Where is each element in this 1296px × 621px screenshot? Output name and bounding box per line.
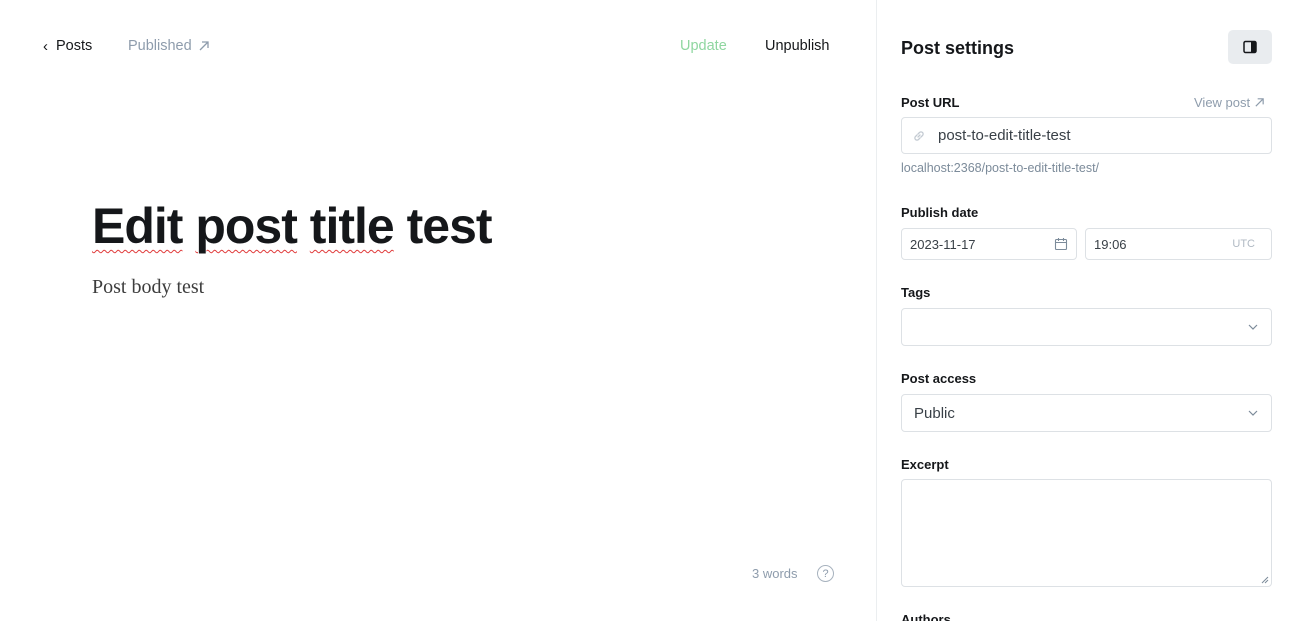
resize-handle-icon[interactable]: [1261, 576, 1269, 584]
timezone-label: UTC: [1232, 238, 1255, 250]
view-post-label: View post: [1194, 95, 1251, 110]
back-label: Posts: [56, 38, 93, 54]
publish-time-input[interactable]: 19:06 UTC: [1085, 228, 1272, 260]
authors-label: Authors: [901, 612, 951, 621]
publish-date-value: 2023-11-17: [910, 236, 976, 252]
title-word: post: [195, 198, 298, 254]
post-url-label: Post URL: [901, 95, 960, 110]
excerpt-textarea[interactable]: [901, 479, 1272, 587]
unpublish-button[interactable]: Unpublish: [765, 38, 830, 54]
chevron-down-icon: [1248, 324, 1258, 330]
post-access-label: Post access: [901, 371, 977, 386]
title-word: test: [406, 198, 493, 254]
word-count: 3 words: [752, 566, 798, 581]
view-post-link[interactable]: View post: [1194, 95, 1265, 110]
post-url-value: post-to-edit-title-test: [938, 127, 1071, 144]
post-url-input[interactable]: post-to-edit-title-test: [901, 117, 1272, 154]
publish-date-input[interactable]: 2023-11-17: [901, 228, 1077, 260]
panel-title: Post settings: [901, 38, 1015, 58]
post-access-select[interactable]: Public: [901, 394, 1272, 432]
tags-label: Tags: [901, 285, 931, 300]
excerpt-label: Excerpt: [901, 457, 949, 472]
publish-time-value: 19:06: [1094, 236, 1127, 252]
post-access-value: Public: [914, 404, 955, 422]
external-link-icon: [1255, 98, 1264, 107]
title-word: Edit: [92, 198, 183, 254]
post-settings-panel: Post settings Post URL View post post-to…: [877, 0, 1296, 621]
help-icon[interactable]: ?: [817, 565, 834, 582]
update-button[interactable]: Update: [680, 38, 727, 54]
published-status-link[interactable]: Published: [128, 38, 210, 54]
calendar-icon: [1054, 238, 1068, 251]
sidebar-toggle-icon: [1243, 40, 1257, 54]
help-glyph: ?: [822, 567, 829, 580]
post-title-input[interactable]: Edit post title test: [92, 197, 493, 255]
sidebar-toggle-button[interactable]: [1228, 30, 1272, 64]
post-body-editor[interactable]: Post body test: [92, 276, 204, 299]
external-link-icon: [199, 41, 209, 51]
status-label: Published: [128, 38, 192, 54]
post-url-preview: localhost:2368/post-to-edit-title-test/: [901, 161, 1100, 175]
title-word: title: [309, 198, 395, 254]
tags-select[interactable]: [901, 308, 1272, 346]
chevron-down-icon: [1248, 410, 1258, 416]
chevron-left-icon: ‹: [43, 37, 48, 55]
editor-area: ‹ Posts Published Update Unpublish Edit …: [0, 0, 876, 621]
link-icon: [914, 130, 924, 141]
editor-topbar: ‹ Posts Published Update Unpublish: [0, 0, 876, 94]
publish-date-label: Publish date: [901, 205, 979, 220]
back-to-posts-link[interactable]: ‹ Posts: [43, 38, 92, 54]
